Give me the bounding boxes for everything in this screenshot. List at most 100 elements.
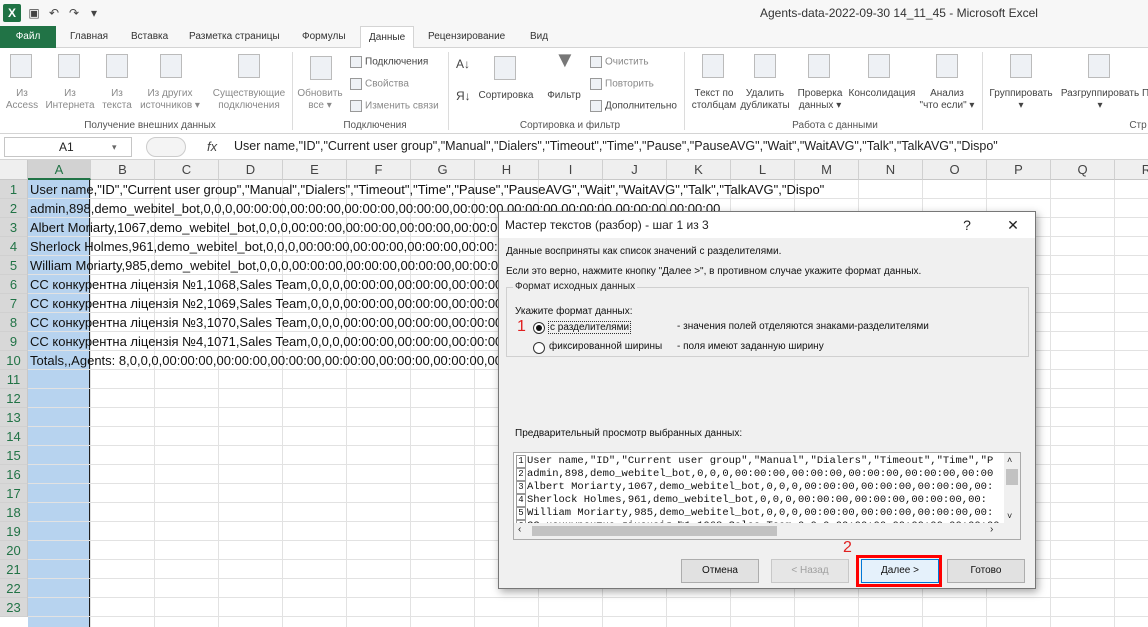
column-header-p[interactable]: P	[987, 160, 1051, 180]
redo-icon[interactable]: ↷	[67, 6, 81, 20]
close-button[interactable]: ✕	[993, 212, 1033, 238]
column-header-d[interactable]: D	[219, 160, 283, 180]
advanced-filter-button[interactable]: Дополнительно	[590, 100, 677, 113]
back-button[interactable]: < Назад	[771, 559, 849, 583]
column-header-e[interactable]: E	[283, 160, 347, 180]
column-header-r[interactable]: R	[1115, 160, 1148, 180]
row-header[interactable]: 11	[0, 370, 28, 389]
tab-insert[interactable]: Вставка	[123, 26, 176, 48]
column-header-l[interactable]: L	[731, 160, 795, 180]
finish-button[interactable]: Готово	[947, 559, 1025, 583]
help-button[interactable]: ?	[947, 212, 987, 238]
row-header[interactable]: 9	[0, 332, 28, 351]
customize-toolbar-icon[interactable]: ▾	[87, 6, 101, 20]
row-header[interactable]: 2	[0, 199, 28, 218]
delimited-radio[interactable]	[533, 322, 545, 334]
row-header[interactable]: 5	[0, 256, 28, 275]
tab-view[interactable]: Вид	[522, 26, 556, 48]
row-header[interactable]: 1	[0, 180, 28, 199]
row-header[interactable]: 22	[0, 579, 28, 598]
row-header[interactable]: 6	[0, 275, 28, 294]
scroll-up-icon[interactable]: ˄	[1007, 455, 1012, 465]
row-header[interactable]: 21	[0, 560, 28, 579]
preview-horizontal-scrollbar[interactable]: ‹ ›	[514, 523, 1020, 539]
row-header[interactable]: 12	[0, 389, 28, 408]
formula-bar-resize-handle[interactable]	[146, 137, 186, 157]
cell-a1[interactable]: User name,"ID","Current user group","Man…	[30, 180, 824, 199]
column-header-h[interactable]: H	[475, 160, 539, 180]
tab-review[interactable]: Рецензирование	[420, 26, 513, 48]
row-header[interactable]: 23	[0, 598, 28, 617]
column-header-n[interactable]: N	[859, 160, 923, 180]
filter-button[interactable]: Фильтр	[542, 90, 586, 102]
preview-vertical-scrollbar[interactable]: ˄ ˅	[1004, 453, 1020, 525]
from-access-button[interactable]: Из Access	[2, 88, 42, 112]
column-header-f[interactable]: F	[347, 160, 411, 180]
save-icon[interactable]: ▣	[27, 6, 41, 20]
insert-function-icon[interactable]: fx	[207, 139, 217, 154]
row-header[interactable]: 10	[0, 351, 28, 370]
row-header[interactable]: 18	[0, 503, 28, 522]
refresh-all-button[interactable]: Обновить все ▾	[296, 88, 344, 112]
column-header-j[interactable]: J	[603, 160, 667, 180]
sort-za-icon[interactable]: Я↓	[456, 90, 471, 102]
row-header[interactable]: 19	[0, 522, 28, 541]
text-to-columns-button[interactable]: Текст по столбцам	[688, 88, 740, 112]
column-header-m[interactable]: M	[795, 160, 859, 180]
group-button[interactable]: Группировать ▾	[986, 88, 1056, 112]
row-header[interactable]: 3	[0, 218, 28, 237]
column-header-q[interactable]: Q	[1051, 160, 1115, 180]
consolidate-button[interactable]: Консолидация	[846, 88, 918, 100]
vertical-scroll-thumb[interactable]	[1006, 469, 1018, 485]
row-header[interactable]: 20	[0, 541, 28, 560]
edit-links-button[interactable]: Изменить связи	[350, 100, 439, 113]
remove-duplicates-button[interactable]: Удалить дубликаты	[740, 88, 790, 112]
row-header[interactable]: 4	[0, 237, 28, 256]
column-header-a[interactable]: A	[28, 160, 91, 180]
scroll-down-icon[interactable]: ˅	[1007, 511, 1012, 521]
from-other-sources-button[interactable]: Из других источников ▾	[138, 88, 202, 112]
column-header-k[interactable]: K	[667, 160, 731, 180]
properties-button[interactable]: Свойства	[350, 78, 409, 91]
tab-page-layout[interactable]: Разметка страницы	[181, 26, 288, 48]
column-header-g[interactable]: G	[411, 160, 475, 180]
row-header[interactable]: 17	[0, 484, 28, 503]
fixed-width-radio[interactable]	[533, 342, 545, 354]
name-box-dropdown-icon[interactable]: ▾	[112, 142, 117, 153]
column-header-i[interactable]: I	[539, 160, 603, 180]
sort-button[interactable]: Сортировка	[476, 90, 536, 102]
row-header[interactable]: 7	[0, 294, 28, 313]
ungroup-button[interactable]: Разгруппировать ▾	[1058, 88, 1142, 112]
subtotal-button[interactable]: П	[1142, 88, 1148, 100]
tab-file[interactable]: Файл	[0, 26, 56, 48]
row-header[interactable]: 13	[0, 408, 28, 427]
row-header[interactable]: 14	[0, 427, 28, 446]
connections-button[interactable]: Подключения	[350, 56, 428, 69]
tab-formulas[interactable]: Формулы	[294, 26, 354, 48]
from-web-button[interactable]: Из Интернета	[44, 88, 96, 112]
scroll-left-icon[interactable]: ‹	[518, 524, 521, 535]
existing-connections-button[interactable]: Существующие подключения	[208, 88, 290, 112]
row-header[interactable]: 8	[0, 313, 28, 332]
tab-data[interactable]: Данные	[360, 26, 415, 49]
formula-input[interactable]: User name,"ID","Current user group","Man…	[234, 139, 998, 153]
undo-icon[interactable]: ↶	[47, 6, 61, 20]
row-header[interactable]: 16	[0, 465, 28, 484]
sort-az-icon[interactable]: A↓	[456, 58, 470, 70]
from-text-button[interactable]: Из текста	[98, 88, 136, 112]
row-header[interactable]: 15	[0, 446, 28, 465]
column-header-c[interactable]: C	[155, 160, 219, 180]
column-header-o[interactable]: O	[923, 160, 987, 180]
what-if-analysis-button[interactable]: Анализ "что если" ▾	[916, 88, 978, 112]
cancel-button[interactable]: Отмена	[681, 559, 759, 583]
data-validation-button[interactable]: Проверка данных ▾	[792, 88, 848, 112]
fixed-width-option-label[interactable]: фиксированной ширины	[549, 341, 662, 352]
delimited-option-label[interactable]: с разделителями	[548, 321, 632, 334]
column-header-b[interactable]: B	[91, 160, 155, 180]
select-all-corner[interactable]	[0, 160, 28, 180]
clear-filter-button[interactable]: Очистить	[590, 56, 649, 69]
data-preview-box[interactable]: 1 User name,"ID","Current user group","Ma…	[513, 452, 1021, 540]
tab-home[interactable]: Главная	[62, 26, 116, 48]
horizontal-scroll-thumb[interactable]	[532, 526, 777, 536]
reapply-button[interactable]: Повторить	[590, 78, 654, 91]
